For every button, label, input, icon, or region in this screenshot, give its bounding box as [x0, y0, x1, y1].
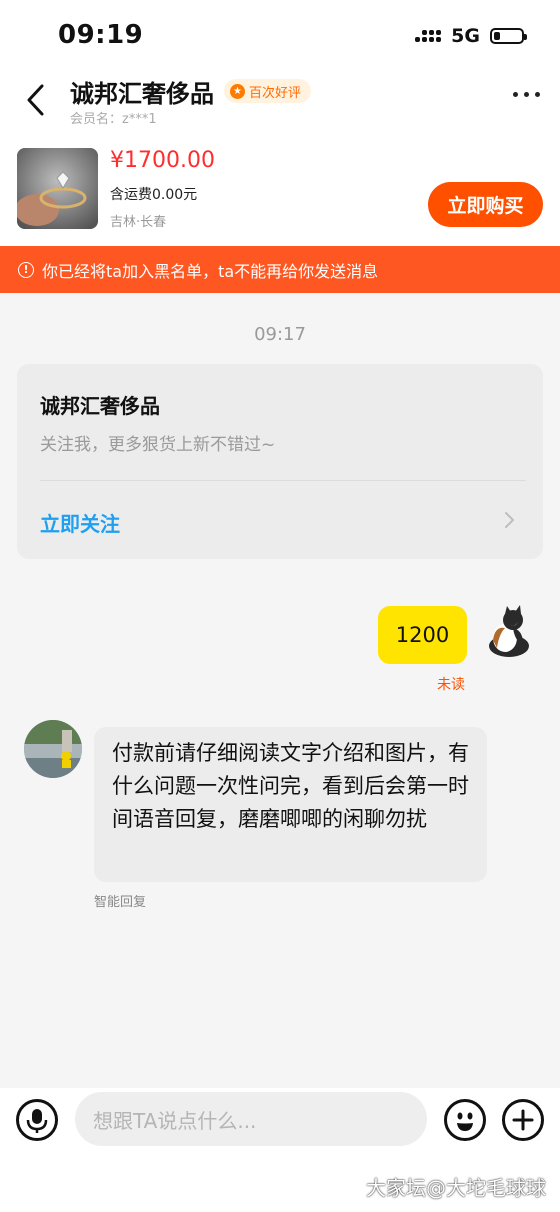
member-info: 会员名：z***1	[70, 108, 157, 127]
follow-button[interactable]: 立即关注	[40, 508, 120, 537]
chevron-right-icon	[505, 512, 514, 528]
message-timestamp: 09:17	[254, 324, 306, 345]
banner-text: 你已经将ta加入黑名单，ta不能再给你发送消息	[42, 261, 379, 281]
back-icon	[27, 84, 44, 116]
follow-chevron[interactable]	[500, 506, 520, 534]
read-status: 未读	[437, 677, 465, 693]
emoji-icon	[457, 1112, 473, 1131]
warning-icon: !	[18, 261, 34, 278]
blacklist-banner: ! 你已经将ta加入黑名单，ta不能再给你发送消息	[0, 246, 560, 293]
more-icon	[513, 92, 518, 97]
more-button[interactable]	[513, 92, 540, 97]
member-label: 会员名：	[70, 112, 123, 127]
signal-icon	[415, 30, 442, 42]
product-price: ¥1700.00	[110, 148, 215, 173]
mic-icon	[26, 1109, 48, 1133]
seller-avatar[interactable]	[24, 720, 82, 778]
rating-badge: ★ 百次好评	[224, 79, 312, 103]
seller-location: 吉林·长春	[110, 215, 167, 230]
seller-photo	[24, 720, 82, 778]
shipping-fee: 含运费0.00元	[110, 187, 198, 203]
more-actions-button[interactable]	[502, 1099, 544, 1141]
my-avatar[interactable]	[485, 604, 531, 658]
seller-message-bubble[interactable]: 付款前请仔细阅读文字介绍和图片，有什么问题一次性问完，看到后会第一时间语音回复，…	[94, 727, 487, 882]
plus-icon	[512, 1109, 534, 1131]
my-message-bubble[interactable]: 1200	[378, 606, 467, 664]
card-divider	[40, 480, 526, 481]
status-time: 09:19	[58, 20, 144, 50]
network-type: 5G	[451, 25, 480, 47]
back-button[interactable]	[22, 80, 58, 120]
battery-icon	[490, 28, 527, 44]
member-name: z***1	[122, 112, 157, 127]
card-description: 关注我，更多狠货上新不错过~	[40, 435, 276, 455]
medal-icon: ★	[230, 83, 245, 99]
buy-now-button[interactable]: 立即购买	[428, 182, 543, 227]
card-title: 诚邦汇奢侈品	[40, 394, 160, 418]
badge-label: 百次好评	[249, 85, 302, 101]
product-thumbnail[interactable]	[17, 148, 98, 229]
auto-reply-tag: 智能回复	[94, 895, 147, 910]
input-placeholder: 想跟TA说点什么...	[93, 1108, 257, 1133]
message-input[interactable]: 想跟TA说点什么...	[75, 1092, 427, 1146]
cat-avatar-icon	[489, 605, 529, 657]
shop-name[interactable]: 诚邦汇奢侈品	[70, 74, 214, 109]
voice-button[interactable]	[16, 1099, 58, 1141]
watermark: 大家坛@大坨毛球球	[366, 1176, 546, 1200]
status-indicators: 5G	[415, 25, 527, 47]
emoji-button[interactable]	[444, 1099, 486, 1141]
